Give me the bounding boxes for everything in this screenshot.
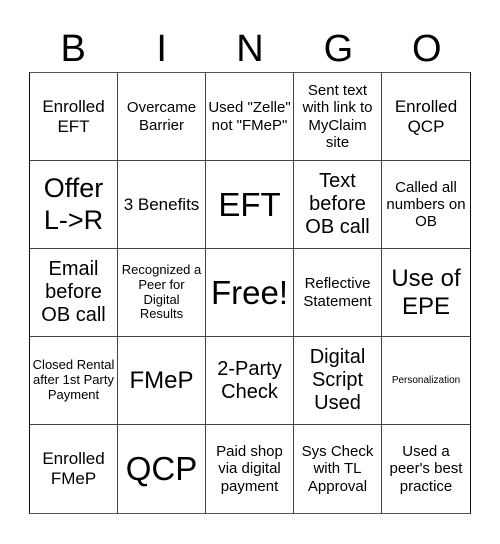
free-space-cell[interactable]: Free! <box>206 249 294 337</box>
header-letter-n: N <box>236 28 264 70</box>
bingo-cell[interactable]: Used a peer's best practice <box>382 425 470 513</box>
header-letter-i: I <box>156 28 167 70</box>
bingo-cell[interactable]: QCP <box>118 425 206 513</box>
bingo-cell[interactable]: Recognized a Peer for Digital Results <box>118 249 206 337</box>
bingo-cell[interactable]: Sent text with link to MyClaim site <box>294 73 382 161</box>
bingo-cell[interactable]: Called all numbers on OB <box>382 161 470 249</box>
header-letter-g: G <box>323 28 354 70</box>
bingo-cell[interactable]: FMeP <box>118 337 206 425</box>
bingo-board: Enrolled EFT Overcame Barrier Used "Zelle"… <box>29 72 471 514</box>
bingo-cell[interactable]: Digital Script Used <box>294 337 382 425</box>
bingo-cell[interactable]: Closed Rental after 1st Party Payment <box>30 337 118 425</box>
bingo-cell[interactable]: Text before OB call <box>294 161 382 249</box>
bingo-cell[interactable]: Email before OB call <box>30 249 118 337</box>
bingo-cell[interactable]: EFT <box>206 161 294 249</box>
bingo-cell[interactable]: Enrolled EFT <box>30 73 118 161</box>
bingo-cell[interactable]: Use of EPE <box>382 249 470 337</box>
bingo-cell[interactable]: Personalization <box>382 337 470 425</box>
bingo-cell[interactable]: Overcame Barrier <box>118 73 206 161</box>
bingo-cell[interactable]: Paid shop via digital payment <box>206 425 294 513</box>
bingo-cell[interactable]: Enrolled QCP <box>382 73 470 161</box>
bingo-cell[interactable]: 2-Party Check <box>206 337 294 425</box>
bingo-cell[interactable]: Reflective Statement <box>294 249 382 337</box>
bingo-cell[interactable]: Enrolled FMeP <box>30 425 118 513</box>
bingo-header: B I N G O <box>29 26 471 72</box>
bingo-cell[interactable]: Used "Zelle" not "FMeP" <box>206 73 294 161</box>
bingo-cell[interactable]: Offer L->R <box>30 161 118 249</box>
bingo-cell[interactable]: Sys Check with TL Approval <box>294 425 382 513</box>
header-letter-o: O <box>412 28 442 70</box>
header-letter-b: B <box>60 28 86 70</box>
bingo-cell[interactable]: 3 Benefits <box>118 161 206 249</box>
